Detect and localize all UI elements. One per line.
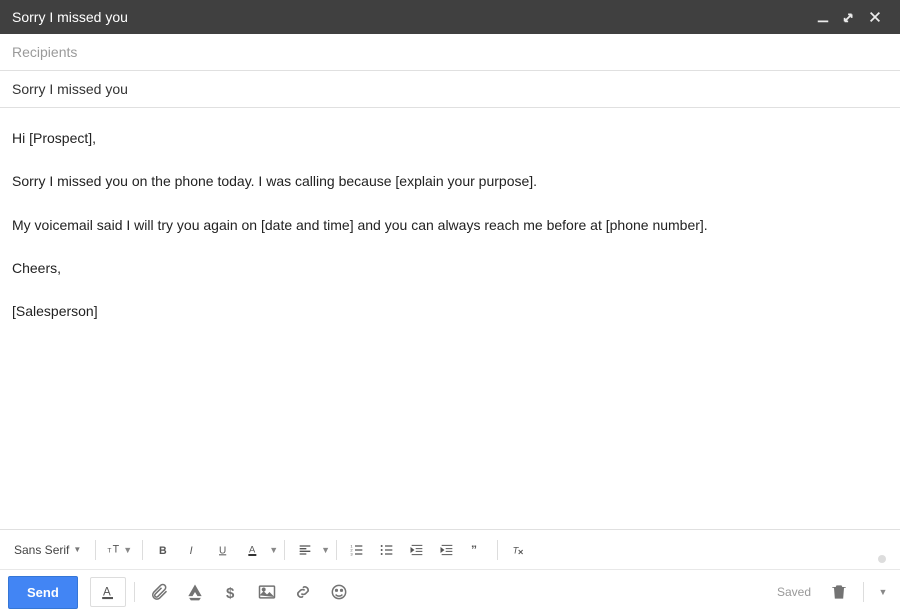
bottom-toolbar: Send A $ Saved ▼ (0, 569, 900, 614)
body-line: Cheers, (12, 258, 888, 278)
underline-button[interactable]: U (209, 536, 237, 564)
discard-draft-icon[interactable] (823, 576, 855, 608)
text-color-button[interactable]: A (239, 536, 267, 564)
svg-text:B: B (159, 545, 167, 557)
body-line: [Salesperson] (12, 301, 888, 321)
recipients-field[interactable]: Recipients (0, 34, 900, 71)
insert-emoji-icon[interactable] (323, 576, 355, 608)
svg-text:U: U (219, 545, 226, 556)
indent-more-button[interactable] (433, 536, 461, 564)
window-title: Sorry I missed you (12, 9, 810, 25)
font-size-button[interactable]: TT ▼ (102, 536, 136, 564)
svg-text:3: 3 (350, 551, 353, 556)
insert-money-icon[interactable]: $ (215, 576, 247, 608)
chevron-down-icon[interactable]: ▼ (321, 545, 330, 555)
insert-link-icon[interactable] (287, 576, 319, 608)
insert-photo-icon[interactable] (251, 576, 283, 608)
chevron-down-icon: ▼ (879, 587, 888, 597)
minimize-icon[interactable] (810, 10, 836, 24)
font-family-select[interactable]: Sans Serif ▼ (6, 537, 89, 563)
divider (336, 540, 337, 560)
svg-text:T: T (108, 547, 112, 554)
chevron-down-icon[interactable]: ▼ (269, 545, 278, 555)
message-body[interactable]: Hi [Prospect], Sorry I missed you on the… (0, 108, 900, 529)
format-toolbar: Sans Serif ▼ TT ▼ B I U A ▼ ▼ (0, 529, 900, 569)
attach-file-icon[interactable] (143, 576, 175, 608)
body-line: My voicemail said I will try you again o… (12, 215, 888, 235)
svg-text:A: A (103, 585, 111, 598)
chevron-down-icon: ▼ (123, 545, 132, 555)
svg-text:A: A (249, 544, 256, 554)
svg-text:”: ” (471, 543, 477, 557)
bold-button[interactable]: B (149, 536, 177, 564)
body-line: Sorry I missed you on the phone today. I… (12, 171, 888, 191)
formatting-options-button[interactable]: A (90, 577, 126, 607)
divider (134, 582, 135, 602)
bulleted-list-button[interactable] (373, 536, 401, 564)
subject-field[interactable]: Sorry I missed you (0, 71, 900, 108)
indent-less-button[interactable] (403, 536, 431, 564)
svg-text:T: T (113, 543, 120, 555)
svg-text:$: $ (226, 585, 235, 602)
svg-text:I: I (190, 545, 193, 557)
titlebar: Sorry I missed you (0, 0, 900, 34)
more-options-icon[interactable]: ▼ (872, 576, 892, 608)
popout-icon[interactable] (836, 10, 862, 24)
numbered-list-button[interactable]: 123 (343, 536, 371, 564)
insert-drive-icon[interactable] (179, 576, 211, 608)
align-button[interactable] (291, 536, 319, 564)
divider (142, 540, 143, 560)
divider (497, 540, 498, 560)
divider (863, 582, 864, 602)
chevron-down-icon: ▼ (73, 545, 81, 554)
close-icon[interactable] (862, 10, 888, 24)
font-family-label: Sans Serif (14, 543, 69, 557)
italic-button[interactable]: I (179, 536, 207, 564)
saved-label: Saved (777, 585, 811, 599)
quote-button[interactable]: ” (463, 536, 491, 564)
send-button[interactable]: Send (8, 576, 78, 609)
remove-formatting-button[interactable]: T (504, 536, 532, 564)
divider (284, 540, 285, 560)
compose-window: Sorry I missed you Recipients Sorry I mi… (0, 0, 900, 614)
divider (95, 540, 96, 560)
body-line: Hi [Prospect], (12, 128, 888, 148)
